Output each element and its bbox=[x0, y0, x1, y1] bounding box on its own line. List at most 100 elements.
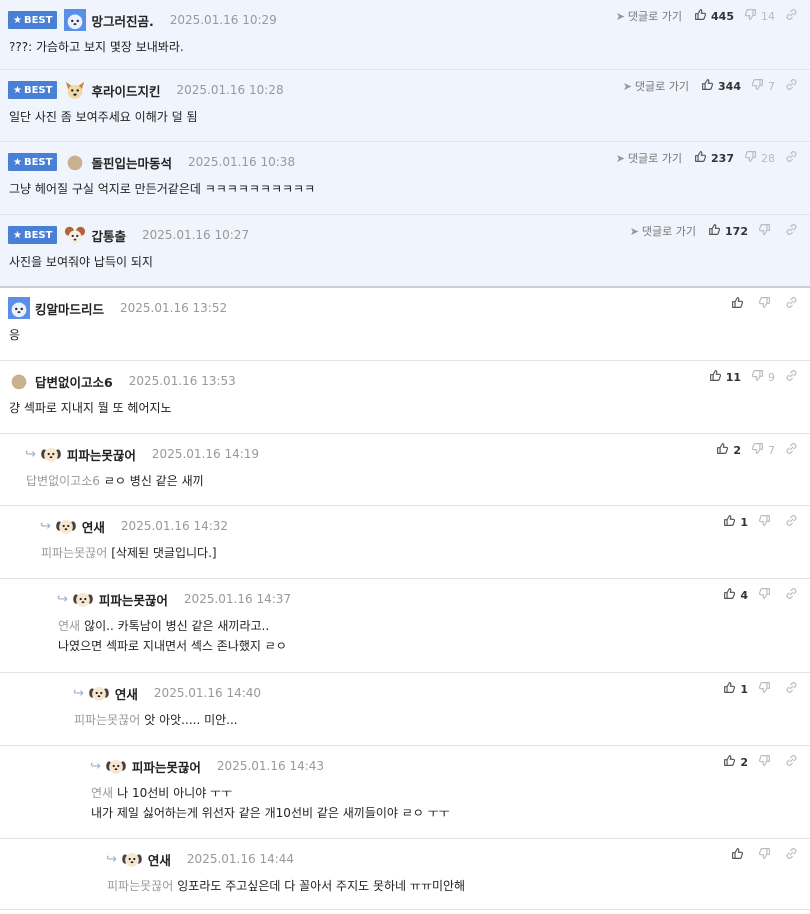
comment-actions: 11 9 bbox=[709, 367, 798, 387]
upvote-button[interactable]: 4 bbox=[723, 587, 748, 603]
best-badge: ★ BEST bbox=[8, 226, 58, 244]
comment-text: 걍 섹파로 지내지 뭘 또 헤어지노 bbox=[9, 401, 172, 415]
upvote-button[interactable] bbox=[731, 847, 748, 863]
share-link-button[interactable] bbox=[785, 223, 798, 239]
downvote-button[interactable] bbox=[758, 296, 775, 312]
nickname[interactable]: 연새 bbox=[115, 684, 138, 703]
puppy-avatar[interactable] bbox=[40, 443, 62, 465]
upvote-button[interactable]: 2 bbox=[723, 754, 748, 770]
poodle-avatar[interactable] bbox=[64, 224, 86, 246]
share-link-button[interactable] bbox=[785, 847, 798, 863]
upvote-button[interactable]: 1 bbox=[723, 514, 748, 530]
best-badge: ★ BEST bbox=[8, 153, 58, 171]
share-link-button[interactable] bbox=[785, 150, 798, 166]
puppy-avatar[interactable] bbox=[121, 848, 143, 870]
link-icon bbox=[785, 224, 798, 239]
reply-target[interactable]: 연새 bbox=[58, 619, 80, 633]
blue-puppy-avatar[interactable] bbox=[8, 297, 30, 319]
goto-label: 댓글로 가기 bbox=[634, 80, 690, 93]
upvote-button[interactable]: 2 bbox=[716, 442, 741, 458]
upvote-button[interactable]: 1 bbox=[723, 681, 748, 697]
share-link-button[interactable] bbox=[785, 8, 798, 24]
comment-actions: 4 bbox=[723, 585, 798, 605]
puppy-avatar[interactable] bbox=[72, 588, 94, 610]
blue-puppy-avatar[interactable] bbox=[64, 9, 87, 31]
goto-label: 댓글로 가기 bbox=[627, 152, 683, 165]
send-arrow-icon: ➤ bbox=[615, 10, 625, 23]
upvote-button[interactable] bbox=[731, 296, 748, 312]
comment-actions: ➤ 댓글로 가기 237 28 bbox=[616, 148, 798, 168]
goto-comment-button[interactable]: ➤ 댓글로 가기 bbox=[623, 78, 689, 94]
upvote-count: 1 bbox=[740, 515, 748, 529]
reply-target[interactable]: 피파는못끊어 bbox=[41, 546, 107, 560]
timestamp: 2025.01.16 14:37 bbox=[183, 592, 292, 606]
upvote-button[interactable]: 344 bbox=[701, 78, 741, 94]
reply-target[interactable]: 연새 bbox=[91, 786, 113, 800]
nickname[interactable]: 후라이드지킨 bbox=[91, 81, 160, 100]
reply-target[interactable]: 피파는못끊어 bbox=[107, 879, 173, 893]
best-label: BEST bbox=[23, 229, 53, 241]
downvote-button[interactable]: 14 bbox=[744, 8, 775, 24]
upvote-button[interactable]: 172 bbox=[708, 223, 748, 239]
comment-text: 일단 사진 좀 보여주세요 이해가 덜 됨 bbox=[9, 110, 198, 124]
downvote-button[interactable]: 9 bbox=[751, 369, 775, 385]
comment-actions: 2 bbox=[723, 752, 798, 772]
comment-text: 앗 아앗..... 미안... bbox=[144, 713, 238, 727]
downvote-button[interactable] bbox=[758, 754, 775, 770]
nickname[interactable]: 피파는못끊어 bbox=[99, 590, 168, 609]
nickname[interactable]: 망그러진곰. bbox=[91, 11, 153, 30]
link-icon bbox=[785, 588, 798, 603]
downvote-button[interactable] bbox=[758, 681, 775, 697]
reply-target[interactable]: 피파는못끊어 bbox=[74, 713, 140, 727]
tan-circle-avatar[interactable] bbox=[8, 370, 30, 392]
best-label: BEST bbox=[23, 14, 53, 26]
nickname[interactable]: 피파는못끊어 bbox=[67, 445, 136, 464]
share-link-button[interactable] bbox=[785, 754, 798, 770]
downvote-button[interactable] bbox=[758, 223, 775, 239]
puppy-avatar[interactable] bbox=[105, 755, 127, 777]
nickname[interactable]: 연새 bbox=[82, 517, 105, 536]
nickname[interactable]: 갑통출 bbox=[91, 226, 126, 245]
downvote-button[interactable] bbox=[758, 587, 775, 603]
nickname[interactable]: 답변없이고소6 bbox=[35, 372, 113, 391]
tan-circle-avatar[interactable] bbox=[64, 151, 86, 173]
timestamp: 2025.01.16 10:28 bbox=[176, 83, 284, 97]
puppy-avatar[interactable] bbox=[55, 515, 77, 537]
downvote-button[interactable] bbox=[758, 847, 775, 863]
nickname[interactable]: 킹알마드리드 bbox=[35, 299, 104, 318]
reply-comment: ↪ 피파는못끊어 2025.01.16 14:43 연새 나 10선비 아니야 ㅜㅜ 내… bbox=[0, 746, 810, 839]
share-link-button[interactable] bbox=[785, 369, 798, 385]
thumbs-down-icon bbox=[758, 587, 771, 603]
share-link-button[interactable] bbox=[785, 681, 798, 697]
puppy-avatar[interactable] bbox=[88, 682, 110, 704]
nickname[interactable]: 피파는못끊어 bbox=[132, 757, 201, 776]
share-link-button[interactable] bbox=[785, 442, 798, 458]
nickname[interactable]: 연새 bbox=[148, 850, 171, 869]
upvote-button[interactable]: 11 bbox=[709, 369, 741, 385]
best-comment: ★ BEST 망그러진곰. 2025.01.16 10:29 ???: 가슴하고 보지 … bbox=[0, 0, 810, 70]
goto-comment-button[interactable]: ➤ 댓글로 가기 bbox=[630, 223, 696, 239]
downvote-button[interactable] bbox=[758, 514, 775, 530]
timestamp: 2025.01.16 14:32 bbox=[120, 519, 229, 533]
reply-target[interactable]: 답변없이고소6 bbox=[26, 474, 100, 488]
dog-face-avatar[interactable] bbox=[64, 79, 86, 101]
thumbs-up-icon bbox=[709, 369, 722, 385]
comment-actions: ➤ 댓글로 가기 445 14 bbox=[616, 6, 798, 26]
downvote-button[interactable]: 7 bbox=[751, 442, 775, 458]
timestamp: 2025.01.16 14:40 bbox=[153, 686, 262, 700]
link-icon bbox=[785, 297, 798, 312]
goto-comment-button[interactable]: ➤ 댓글로 가기 bbox=[616, 8, 682, 24]
share-link-button[interactable] bbox=[785, 587, 798, 603]
share-link-button[interactable] bbox=[785, 78, 798, 94]
upvote-button[interactable]: 445 bbox=[694, 8, 734, 24]
reply-comment: ↪ 연새 2025.01.16 14:44 피파는못끊어 잉포라도 주고싶은데 다 꼴아… bbox=[0, 839, 810, 910]
upvote-button[interactable]: 237 bbox=[694, 150, 734, 166]
share-link-button[interactable] bbox=[785, 296, 798, 312]
downvote-button[interactable]: 7 bbox=[751, 78, 775, 94]
upvote-count: 237 bbox=[711, 151, 734, 165]
share-link-button[interactable] bbox=[785, 514, 798, 530]
thumbs-down-icon bbox=[758, 754, 771, 770]
downvote-button[interactable]: 28 bbox=[744, 150, 775, 166]
nickname[interactable]: 돌핀입는마동석 bbox=[91, 153, 172, 172]
goto-comment-button[interactable]: ➤ 댓글로 가기 bbox=[616, 150, 682, 166]
